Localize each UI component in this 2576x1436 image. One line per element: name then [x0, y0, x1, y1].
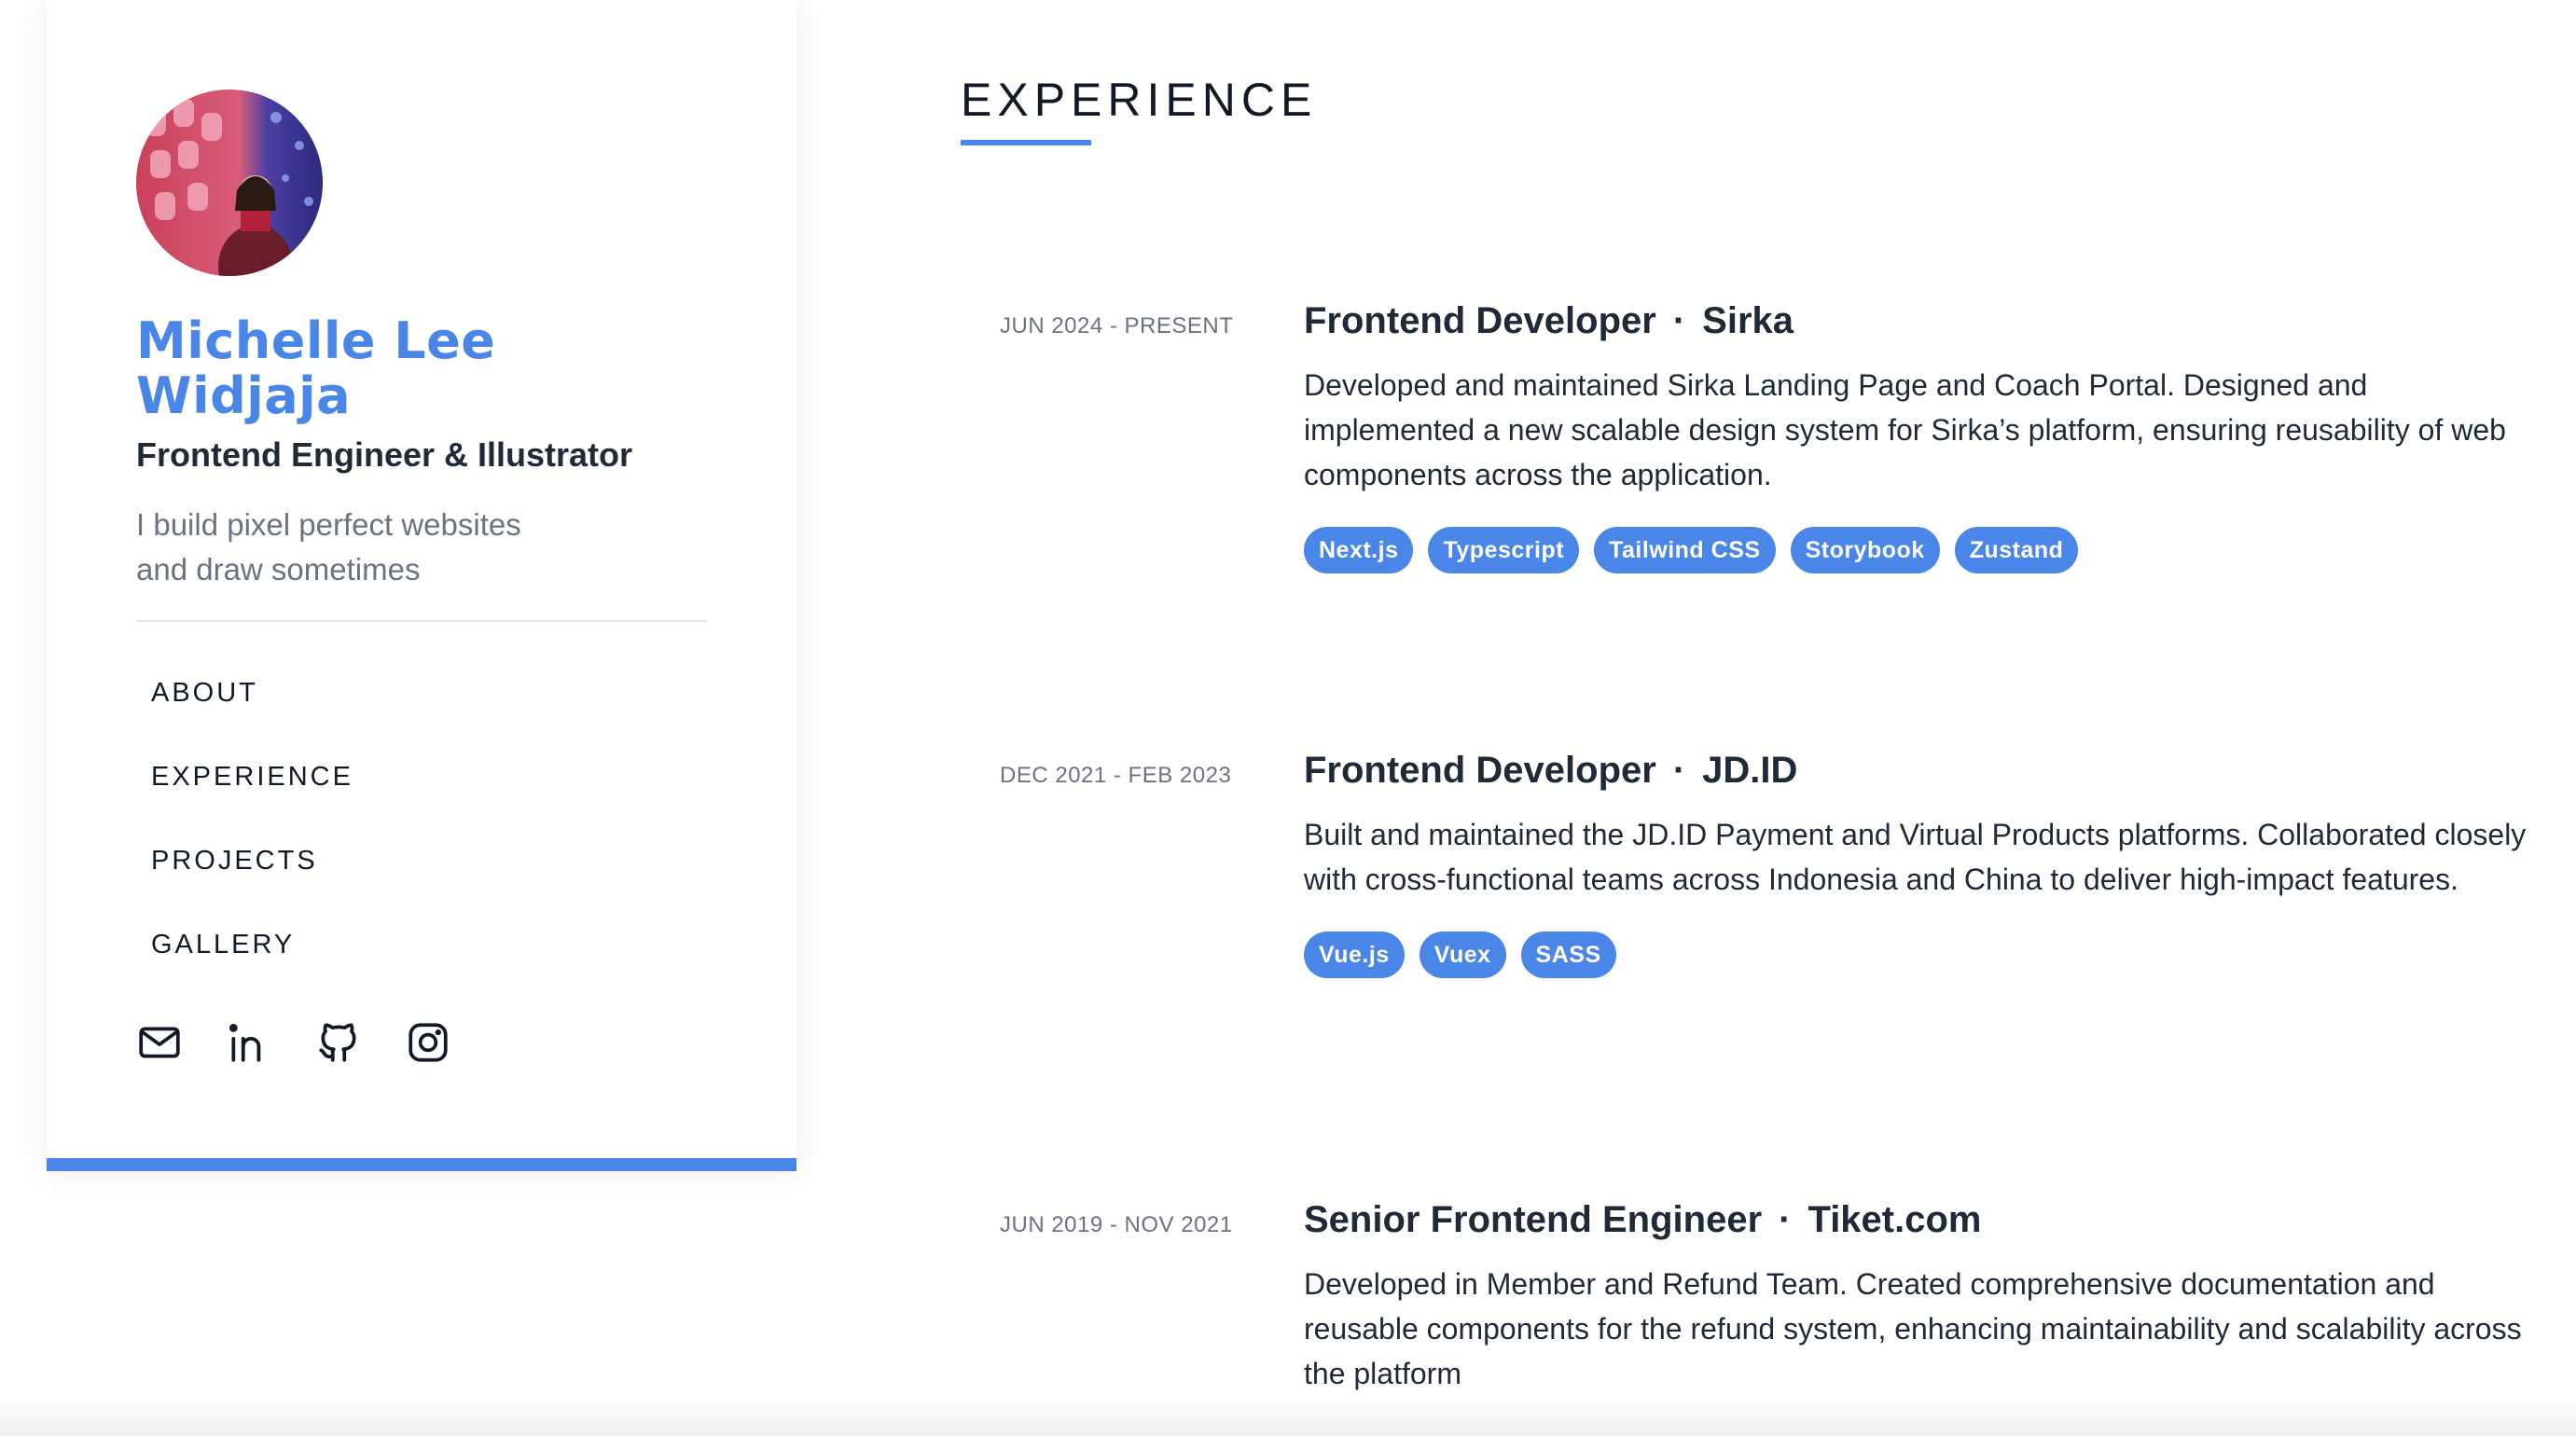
main-nav: ABOUT EXPERIENCE PROJECTS GALLERY — [136, 678, 707, 1014]
sidebar-accent-bar — [47, 1158, 796, 1171]
tech-tag[interactable]: Storybook — [1790, 527, 1940, 573]
avatar — [136, 90, 323, 276]
linkedin-icon[interactable] — [226, 1019, 272, 1066]
job-title: Frontend Developer · JD.ID — [1304, 750, 2544, 792]
section-title: EXPERIENCE — [961, 74, 1318, 126]
tech-tags: Vue.js Vuex SASS — [1304, 932, 2544, 978]
job-title: Senior Frontend Engineer · Tiket.com — [1304, 1199, 2544, 1241]
job-body: Senior Frontend Engineer · Tiket.com Devel… — [1304, 1199, 2544, 1396]
profile-name: Michelle Lee Widjaja — [136, 311, 496, 426]
job-date: JUN 2024 - PRESENT — [1000, 313, 1234, 338]
job-position: Senior Frontend Engineer — [1304, 1199, 1763, 1240]
profile-sidebar: Michelle Lee Widjaja Frontend Engineer &… — [47, 0, 796, 1171]
job-description: Built and maintained the JD.ID Payment a… — [1304, 818, 2527, 896]
tagline-line: and draw sometimes — [136, 551, 421, 587]
tech-tag[interactable]: Typescript — [1428, 527, 1580, 573]
section-underline — [961, 140, 1091, 145]
tech-tag[interactable]: Tailwind CSS — [1594, 527, 1776, 573]
job-description: Developed and maintained Sirka Landing P… — [1304, 368, 2506, 491]
title-separator: · — [1672, 300, 1686, 341]
divider — [136, 619, 707, 622]
tech-tag[interactable]: SASS — [1520, 932, 1616, 978]
github-icon[interactable] — [315, 1019, 362, 1066]
title-separator: · — [1779, 1199, 1792, 1240]
tech-tag[interactable]: Vuex — [1419, 932, 1506, 978]
job-body: Frontend Developer · Sirka Developed and m… — [1304, 300, 2544, 573]
job-body: Frontend Developer · JD.ID Built and maint… — [1304, 750, 2544, 978]
job-position: Frontend Developer — [1304, 750, 1656, 791]
job-position: Frontend Developer — [1304, 300, 1656, 341]
profile-role: Frontend Engineer & Illustrator — [136, 435, 633, 474]
job-company[interactable]: Sirka — [1702, 300, 1794, 341]
job-company[interactable]: Tiket.com — [1807, 1199, 1981, 1240]
instagram-icon[interactable] — [405, 1019, 451, 1066]
job-date: DEC 2021 - FEB 2023 — [1000, 763, 1232, 788]
tech-tag[interactable]: Vue.js — [1304, 932, 1405, 978]
profile-tagline: I build pixel perfect websites and draw … — [136, 503, 565, 592]
mail-icon[interactable] — [136, 1019, 183, 1066]
tech-tag[interactable]: Next.js — [1304, 527, 1414, 573]
nav-item-projects[interactable]: PROJECTS — [151, 846, 707, 930]
nav-item-about[interactable]: ABOUT — [151, 678, 707, 762]
job-company[interactable]: JD.ID — [1702, 750, 1797, 791]
experience-section: EXPERIENCE JUN 2024 - PRESENT Frontend D… — [961, 0, 2546, 1436]
tech-tags: Next.js Typescript Tailwind CSS Storyboo… — [1304, 527, 2544, 573]
tech-tag[interactable]: Zustand — [1954, 527, 2079, 573]
nav-item-experience[interactable]: EXPERIENCE — [151, 762, 707, 846]
nav-item-gallery[interactable]: GALLERY — [151, 930, 707, 1014]
tagline-line: I build pixel perfect websites — [136, 506, 521, 542]
job-date: JUN 2019 - NOV 2021 — [1000, 1212, 1233, 1237]
social-links — [136, 1019, 707, 1066]
job-title: Frontend Developer · Sirka — [1304, 300, 2544, 342]
title-separator: · — [1672, 750, 1686, 791]
job-description: Developed in Member and Refund Team. Cre… — [1304, 1267, 2522, 1390]
